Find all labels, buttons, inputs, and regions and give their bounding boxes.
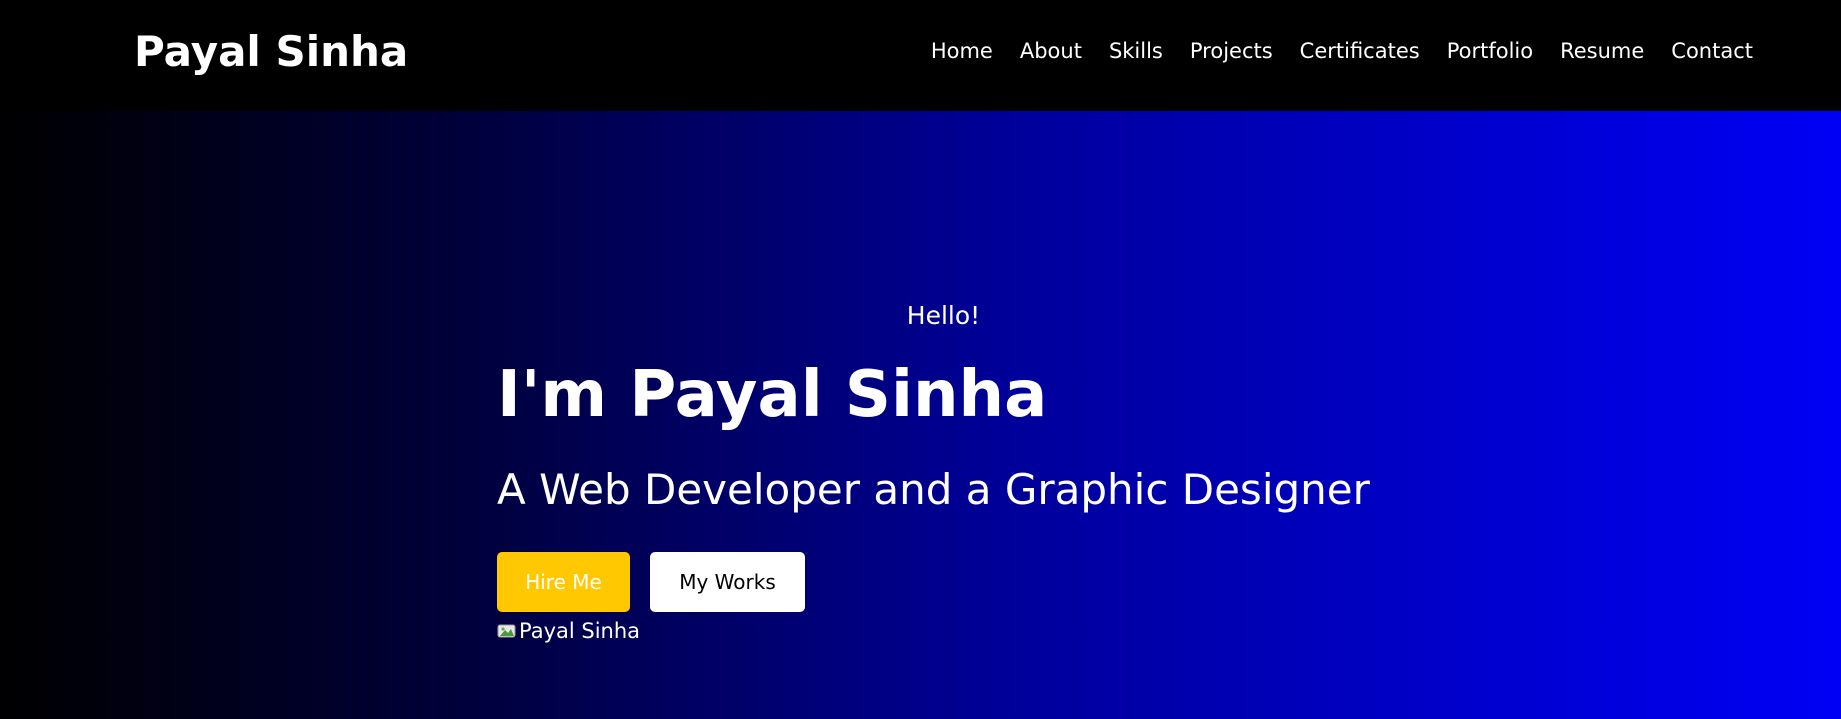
my-works-button[interactable]: My Works: [650, 552, 805, 612]
hire-me-button[interactable]: Hire Me: [497, 552, 630, 612]
navbar: Payal Sinha Home About Skills Projects C…: [0, 0, 1841, 111]
hero-section: Hello! I'm Payal Sinha A Web Developer a…: [0, 111, 1841, 719]
hero-greeting: Hello!: [906, 301, 981, 330]
nav-skills[interactable]: Skills: [1109, 39, 1163, 63]
hero-tagline: A Web Developer and a Graphic Designer: [497, 465, 1370, 514]
nav-certificates[interactable]: Certificates: [1300, 39, 1420, 63]
nav-resume[interactable]: Resume: [1560, 39, 1644, 63]
nav-about[interactable]: About: [1020, 39, 1082, 63]
brand-logo[interactable]: Payal Sinha: [134, 24, 408, 80]
nav-contact[interactable]: Contact: [1671, 39, 1753, 63]
nav-portfolio[interactable]: Portfolio: [1447, 39, 1533, 63]
nav-projects[interactable]: Projects: [1190, 39, 1273, 63]
broken-image-icon: [497, 623, 517, 639]
nav-home[interactable]: Home: [931, 39, 993, 63]
profile-image-alt-text: Payal Sinha: [519, 619, 641, 643]
nav-menu: Home About Skills Projects Certificates …: [931, 36, 1753, 66]
profile-image-broken: Payal Sinha: [497, 616, 640, 646]
hero-name: I'm Payal Sinha: [497, 358, 1048, 432]
